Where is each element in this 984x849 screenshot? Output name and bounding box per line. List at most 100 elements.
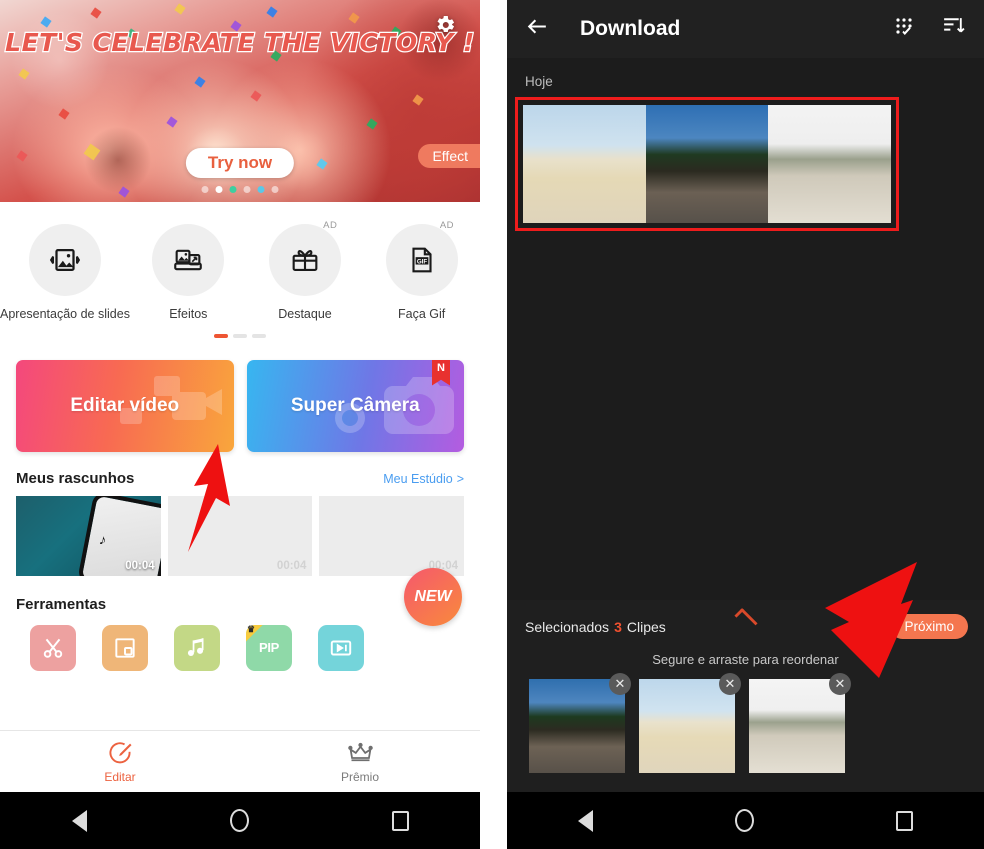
back-triangle-icon[interactable] <box>578 809 593 832</box>
effects-icon <box>152 224 225 296</box>
crop-tool-icon[interactable] <box>102 624 148 671</box>
download-header: Download <box>507 0 984 58</box>
editar-video-button[interactable]: Editar vídeo <box>16 359 234 452</box>
selection-bar-top: Selecionados 3 Clipes Próximo <box>507 600 984 639</box>
drafts-section-header: Meus rascunhos Meu Estúdio > <box>0 452 480 487</box>
banner-dot[interactable] <box>229 186 237 193</box>
draft-item[interactable]: ♪ 00:04 <box>16 495 161 576</box>
android-navigation-bar-left <box>0 792 480 849</box>
bottom-tab-bar: Editar Prêmio <box>0 730 480 792</box>
remove-clip-icon[interactable]: ✕ <box>719 673 741 695</box>
feature-slideshow[interactable]: Apresentação de slides <box>0 224 130 321</box>
chevron-up-icon[interactable] <box>733 607 758 632</box>
video-tool-icon[interactable] <box>318 624 364 671</box>
super-camera-label: Super Câmera <box>290 394 420 416</box>
selected-clip-thumbnail <box>639 679 735 773</box>
selection-prefix: Selecionados <box>525 618 610 635</box>
home-circle-icon[interactable] <box>229 809 249 832</box>
feature-dot[interactable] <box>233 334 247 338</box>
draft-duration: 00:04 <box>276 559 307 572</box>
grid-check-icon[interactable] <box>893 15 917 44</box>
tab-editar[interactable]: Editar <box>0 740 240 784</box>
remove-clip-icon[interactable]: ✕ <box>829 673 851 695</box>
banner-carousel-dots <box>201 186 279 193</box>
selected-clip-item[interactable]: ✕ <box>749 673 851 773</box>
super-camera-button[interactable]: N Super Câmera <box>246 359 464 452</box>
screenshot-root: LET'S CELEBRATE THE VICTORY ! Try now Ef… <box>0 0 984 849</box>
recents-square-icon[interactable] <box>896 810 913 831</box>
selection-summary: Selecionados 3 Clipes <box>525 619 666 635</box>
panel-divider <box>480 0 507 849</box>
music-tool-icon[interactable] <box>174 624 220 671</box>
crown-glyph: ♛ <box>247 623 256 634</box>
header-actions <box>893 14 966 44</box>
selected-clip-thumbnail <box>749 679 845 773</box>
tools-list: PIP ♛ <box>0 613 480 671</box>
try-now-button[interactable]: Try now <box>185 148 295 178</box>
draft-duration: 00:04 <box>125 559 155 572</box>
banner-dot-active[interactable] <box>215 186 223 193</box>
feature-dot-active[interactable] <box>214 334 228 338</box>
tools-title: Ferramentas <box>16 595 107 613</box>
tab-editar-label: Editar <box>104 769 136 784</box>
feature-effects[interactable]: Efeitos <box>130 224 247 321</box>
banner-dot[interactable] <box>201 186 209 193</box>
pip-tool-icon[interactable]: PIP ♛ <box>246 623 292 671</box>
svg-text:GIF: GIF <box>416 258 427 265</box>
android-navigation-bar-right <box>507 792 984 849</box>
remove-clip-icon[interactable]: ✕ <box>609 673 631 695</box>
selected-clips-list: ✕ ✕ ✕ <box>507 667 984 773</box>
editar-video-label: Editar vídeo <box>70 394 180 416</box>
back-triangle-icon[interactable] <box>71 809 87 832</box>
slideshow-icon <box>28 224 101 296</box>
ad-badge: AD <box>323 220 338 231</box>
new-feature-bubble[interactable]: NEW <box>404 567 462 626</box>
effect-button[interactable]: Effect <box>418 144 480 168</box>
selected-clip-thumbnail <box>529 679 625 773</box>
drafts-list: ♪ 00:04 00:04 00:04 <box>0 487 480 576</box>
meu-estudio-label: Meu Estúdio <box>383 471 453 486</box>
gallery-thumb-1[interactable] <box>523 105 646 223</box>
meu-estudio-link[interactable]: Meu Estúdio > <box>383 472 464 486</box>
gallery-date-label: Hoje <box>525 74 553 89</box>
gallery-selected-group[interactable] <box>515 97 899 231</box>
banner-dot[interactable] <box>271 186 279 193</box>
page-title: Download <box>580 17 681 40</box>
tools-section-header: Ferramentas NEW <box>0 567 480 626</box>
sort-list-icon[interactable] <box>941 14 966 44</box>
right-phone-screen: Download Hoje Selecionados 3 Clipes Próx… <box>507 0 984 849</box>
back-arrow-icon[interactable] <box>525 14 550 44</box>
feature-destaque[interactable]: AD Destaque <box>247 220 364 321</box>
chevron-right-icon: > <box>456 471 464 486</box>
tiktok-icon: ♪ <box>97 530 108 548</box>
banner-dot[interactable] <box>257 186 265 193</box>
selection-count: 3 <box>614 618 622 635</box>
recents-square-icon[interactable] <box>391 810 409 831</box>
gallery-thumb-3[interactable] <box>768 105 892 223</box>
gif-icon: GIF <box>385 224 458 296</box>
tab-premio[interactable]: Prêmio <box>240 740 480 784</box>
feature-gif[interactable]: AD GIF Faça Gif <box>363 220 480 321</box>
selected-clip-item[interactable]: ✕ <box>529 673 631 773</box>
gallery-thumb-2[interactable] <box>645 105 769 223</box>
selection-suffix: Clipes <box>626 618 666 635</box>
selected-clip-item[interactable]: ✕ <box>639 673 741 773</box>
home-circle-icon[interactable] <box>735 809 754 832</box>
trim-tool-icon[interactable] <box>30 624 76 671</box>
tab-premio-label: Prêmio <box>340 769 379 784</box>
promo-banner[interactable]: LET'S CELEBRATE THE VICTORY ! Try now Ef… <box>0 0 480 202</box>
banner-dot[interactable] <box>243 186 251 193</box>
feature-label: Faça Gif <box>398 307 446 321</box>
left-phone-screen: LET'S CELEBRATE THE VICTORY ! Try now Ef… <box>0 0 480 849</box>
feature-label: Destaque <box>278 307 332 321</box>
ad-badge: AD <box>439 220 455 231</box>
draft-item[interactable]: 00:04 <box>167 495 313 576</box>
crown-badge-icon: ♛ <box>246 623 263 642</box>
feature-shortcut-row: Apresentação de slides Efeitos AD Destaq… <box>0 202 480 321</box>
gallery-thumbnail-strip <box>523 105 892 223</box>
feature-dot[interactable] <box>252 334 266 338</box>
drafts-title: Meus rascunhos <box>16 469 135 487</box>
draft-item[interactable]: 00:04 <box>319 495 465 576</box>
proximo-button[interactable]: Próximo <box>890 614 968 639</box>
gear-icon[interactable] <box>432 12 458 38</box>
